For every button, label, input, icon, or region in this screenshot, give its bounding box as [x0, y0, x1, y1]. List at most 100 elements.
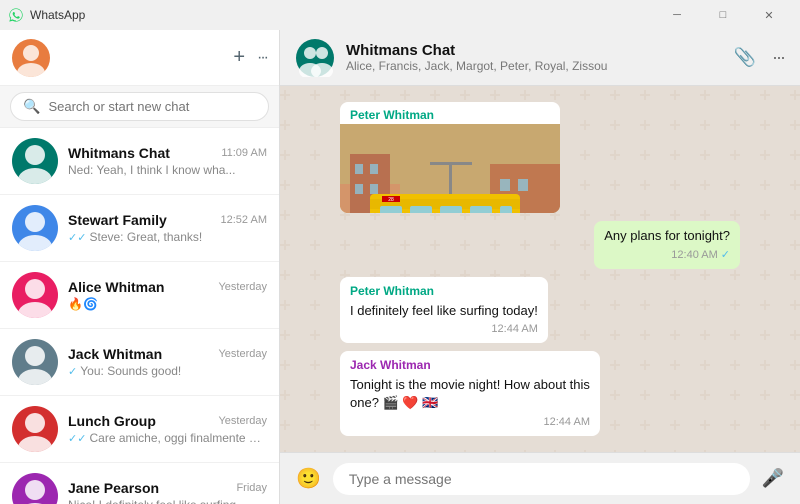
message-image-bubble: Peter Whitman — [340, 102, 560, 213]
user-avatar[interactable] — [12, 39, 50, 77]
window-controls: ─ □ ✕ — [654, 0, 792, 30]
outgoing-message-1: Any plans for tonight? 12:40 AM ✓ — [594, 221, 740, 269]
chat-area: Whitmans Chat Alice, Francis, Jack, Marg… — [280, 30, 800, 504]
chat-name: Whitmans Chat — [68, 145, 170, 161]
chat-avatar — [12, 205, 58, 251]
chat-list-item[interactable]: Lunch Group Yesterday ✓✓ Care amiche, og… — [0, 396, 279, 463]
app-title: WhatsApp — [30, 8, 85, 22]
peter-time-row: 12:44 AM — [350, 322, 538, 337]
emoji-button[interactable]: 🙂 — [296, 466, 321, 491]
new-chat-button[interactable]: + — [233, 46, 245, 69]
jack-time: 12:44 AM — [544, 415, 590, 430]
attachment-icon[interactable]: 📎 — [734, 47, 756, 68]
message-input[interactable] — [333, 463, 750, 495]
tram-image: 28 — [340, 124, 560, 213]
search-input-wrap: 🔍 — [10, 92, 269, 121]
chat-header: Whitmans Chat Alice, Francis, Jack, Marg… — [280, 30, 800, 86]
sidebar: + ··· 🔍 Whitmans Chat 11:09 AM Ned: Yeah… — [0, 30, 280, 504]
title-bar: WhatsApp ─ □ ✕ — [0, 0, 800, 30]
avatar-silhouette-icon — [12, 39, 50, 77]
chat-header-icons: 📎 ··· — [734, 47, 784, 68]
chat-name-row: Stewart Family 12:52 AM — [68, 212, 267, 228]
chat-name-row: Alice Whitman Yesterday — [68, 279, 267, 295]
chat-name: Stewart Family — [68, 212, 167, 228]
group-avatar-icon — [296, 39, 334, 77]
chat-list: Whitmans Chat 11:09 AM Ned: Yeah, I thin… — [0, 128, 279, 504]
input-bar: 🙂 🎤 — [280, 452, 800, 504]
sidebar-header-icons: + ··· — [233, 46, 267, 69]
tick-icon: ✓✓ — [68, 232, 90, 244]
menu-button[interactable]: ··· — [257, 49, 267, 67]
title-bar-left: WhatsApp — [8, 7, 85, 23]
chat-info: Stewart Family 12:52 AM ✓✓ Steve: Great,… — [68, 212, 267, 244]
chat-info: Jane Pearson Friday Nice! I definitely f… — [68, 480, 267, 504]
chat-name: Lunch Group — [68, 413, 156, 429]
chat-name: Jane Pearson — [68, 480, 159, 496]
search-icon: 🔍 — [23, 98, 40, 115]
jack-time-row: 12:44 AM — [350, 415, 590, 430]
svg-text:28: 28 — [388, 197, 394, 203]
minimize-button[interactable]: ─ — [654, 0, 700, 30]
maximize-button[interactable]: □ — [700, 0, 746, 30]
chat-time: Yesterday — [218, 415, 267, 427]
chat-avatar — [12, 473, 58, 504]
incoming-message-jack: Jack Whitman Tonight is the movie night!… — [340, 351, 600, 436]
peter-time: 12:44 AM — [491, 322, 537, 337]
chat-info: Lunch Group Yesterday ✓✓ Care amiche, og… — [68, 413, 267, 445]
sender-name-jack: Jack Whitman — [350, 357, 590, 374]
chat-list-item[interactable]: Jane Pearson Friday Nice! I definitely f… — [0, 463, 279, 504]
chat-menu-icon[interactable]: ··· — [772, 47, 784, 68]
chat-name-row: Lunch Group Yesterday — [68, 413, 267, 429]
chat-time: Friday — [236, 482, 267, 494]
chat-preview: 🔥🌀 — [68, 297, 267, 311]
chat-list-item[interactable]: Jack Whitman Yesterday ✓ You: Sounds goo… — [0, 329, 279, 396]
chat-list-item[interactable]: Alice Whitman Yesterday 🔥🌀 — [0, 262, 279, 329]
chat-preview: ✓ You: Sounds good! — [68, 364, 267, 378]
msg-text-jack: Tonight is the movie night! How about th… — [350, 376, 590, 412]
close-button[interactable]: ✕ — [746, 0, 792, 30]
microphone-icon[interactable]: 🎤 — [762, 468, 784, 489]
chat-name: Whitmans Chat — [346, 42, 722, 59]
chat-preview: Nice! I definitely feel like surfing — [68, 498, 267, 504]
chat-avatar — [12, 406, 58, 452]
chat-info: Alice Whitman Yesterday 🔥🌀 — [68, 279, 267, 311]
chat-preview: ✓✓ Care amiche, oggi finalmente posso — [68, 431, 267, 445]
outgoing-time: 12:40 AM — [671, 248, 717, 263]
chat-preview: Ned: Yeah, I think I know wha... — [68, 163, 267, 177]
chat-avatar — [12, 138, 58, 184]
chat-preview: ✓✓ Steve: Great, thanks! — [68, 230, 267, 244]
chat-name-row: Jane Pearson Friday — [68, 480, 267, 496]
chat-header-info: Whitmans Chat Alice, Francis, Jack, Marg… — [346, 42, 722, 73]
tram-illustration-icon: 28 — [340, 124, 560, 213]
messages-area: Peter Whitman — [280, 86, 800, 452]
sender-name-peter: Peter Whitman — [340, 102, 560, 124]
app-container: + ··· 🔍 Whitmans Chat 11:09 AM Ned: Yeah… — [0, 30, 800, 504]
chat-avatar — [12, 272, 58, 318]
chat-time: Yesterday — [218, 348, 267, 360]
chat-name-row: Whitmans Chat 11:09 AM — [68, 145, 267, 161]
chat-time: 11:09 AM — [221, 147, 267, 159]
msg-text: Any plans for tonight? — [604, 227, 730, 245]
search-input[interactable] — [48, 99, 256, 114]
chat-list-item[interactable]: Stewart Family 12:52 AM ✓✓ Steve: Great,… — [0, 195, 279, 262]
whatsapp-logo-icon — [8, 7, 24, 23]
outgoing-time-row: 12:40 AM ✓ — [604, 248, 730, 263]
search-bar: 🔍 — [0, 86, 279, 128]
msg-text-peter: I definitely feel like surfing today! — [350, 302, 538, 320]
chat-name-row: Jack Whitman Yesterday — [68, 346, 267, 362]
chat-time: Yesterday — [218, 281, 267, 293]
chat-list-item[interactable]: Whitmans Chat 11:09 AM Ned: Yeah, I thin… — [0, 128, 279, 195]
chat-info: Whitmans Chat 11:09 AM Ned: Yeah, I thin… — [68, 145, 267, 177]
chat-name: Jack Whitman — [68, 346, 162, 362]
chat-members: Alice, Francis, Jack, Margot, Peter, Roy… — [346, 59, 722, 73]
tick-icon: ✓ — [68, 366, 80, 378]
tick-icon: ✓✓ — [68, 433, 90, 445]
chat-time: 12:52 AM — [221, 214, 267, 226]
incoming-message-peter: Peter Whitman I definitely feel like sur… — [340, 277, 548, 343]
sender-name-peter-2: Peter Whitman — [350, 283, 538, 300]
chat-info: Jack Whitman Yesterday ✓ You: Sounds goo… — [68, 346, 267, 378]
sidebar-header: + ··· — [0, 30, 279, 86]
chat-name: Alice Whitman — [68, 279, 164, 295]
message-tick-icon: ✓ — [721, 248, 730, 263]
chat-avatar — [12, 339, 58, 385]
